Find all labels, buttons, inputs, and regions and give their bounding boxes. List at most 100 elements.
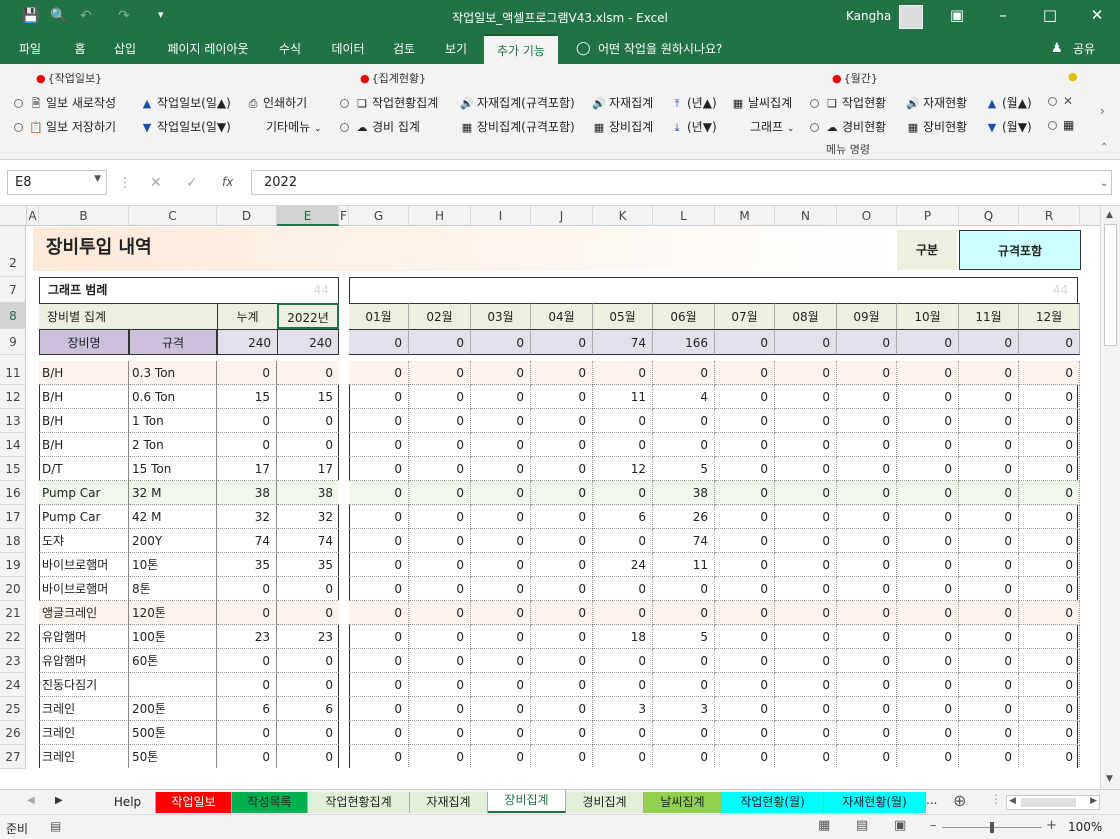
month-value[interactable]: 0 <box>531 745 593 768</box>
tab-insert[interactable]: 삽입 <box>106 34 144 64</box>
undo-icon[interactable]: ↶ <box>80 8 92 24</box>
month-value[interactable]: 0 <box>959 361 1019 385</box>
month-value[interactable]: 0 <box>471 409 531 433</box>
month-value[interactable]: 0 <box>715 553 775 577</box>
month-value[interactable]: 0 <box>471 601 531 625</box>
share-button[interactable]: 공유 <box>1068 34 1100 64</box>
horizontal-scrollbar[interactable]: ◀ ▶ <box>1006 795 1100 810</box>
month-value[interactable]: 0 <box>471 433 531 457</box>
month-value[interactable]: 0 <box>471 745 531 768</box>
month-value[interactable]: 0 <box>775 409 837 433</box>
month-value[interactable]: 0 <box>959 673 1019 697</box>
month-value[interactable]: 0 <box>775 433 837 457</box>
spec-header[interactable]: 규격 <box>129 329 217 355</box>
tell-me-search[interactable]: 어떤 작업을 원하시나요? <box>598 34 748 64</box>
month-value[interactable]: 0 <box>715 385 775 409</box>
month-value[interactable]: 0 <box>593 649 653 673</box>
month-value[interactable]: 5 <box>653 457 715 481</box>
scroll-up-icon[interactable]: ▲ <box>1106 210 1113 220</box>
month-value[interactable]: 0 <box>897 553 959 577</box>
month-value[interactable]: 0 <box>775 505 837 529</box>
month-value[interactable]: 0 <box>959 457 1019 481</box>
prev-sheet-icon[interactable]: ◀ <box>27 795 35 806</box>
month-value[interactable]: 12 <box>593 457 653 481</box>
month-value[interactable]: 0 <box>409 553 471 577</box>
month-value[interactable]: 11 <box>593 385 653 409</box>
equipment-name[interactable]: B/H <box>39 433 129 457</box>
equipment-monthly-button[interactable]: ▦ 장비현황 <box>906 118 967 135</box>
work-status-monthly-button[interactable]: ❏ 작업현황 <box>810 94 886 111</box>
equipment-year-total[interactable]: 0 <box>277 601 339 625</box>
column-header-n[interactable]: N <box>775 206 837 226</box>
expense-summary-button[interactable]: ☁ 경비 집계 <box>340 118 420 135</box>
month-total-3[interactable]: 0 <box>471 329 531 355</box>
month-value[interactable]: 3 <box>653 697 715 721</box>
month-value[interactable]: 0 <box>471 481 531 505</box>
equipment-cumulative[interactable]: 0 <box>217 577 277 601</box>
close-icon[interactable]: ✕ <box>1082 6 1112 24</box>
equipment-cumulative[interactable]: 0 <box>217 361 277 385</box>
month-value[interactable]: 0 <box>897 385 959 409</box>
month-total-4[interactable]: 0 <box>531 329 593 355</box>
equipment-year-total[interactable]: 74 <box>277 529 339 553</box>
month-value[interactable]: 0 <box>715 721 775 745</box>
month-value[interactable]: 0 <box>471 649 531 673</box>
zoom-out-icon[interactable]: – <box>930 818 937 833</box>
month-value[interactable]: 0 <box>349 577 409 601</box>
month-value[interactable]: 0 <box>715 409 775 433</box>
redo-icon[interactable]: ↷ <box>118 8 130 24</box>
sheet-title[interactable]: 장비투입 내역 <box>43 233 343 263</box>
month-value[interactable]: 0 <box>349 385 409 409</box>
weather-summary-button[interactable]: ▦ 날씨집계 <box>731 94 792 111</box>
row-header-7[interactable]: 7 <box>0 277 26 303</box>
row-header-2[interactable]: 2 <box>0 227 26 277</box>
month-value[interactable]: 0 <box>409 385 471 409</box>
column-header-q[interactable]: Q <box>959 206 1019 226</box>
gubun-value[interactable]: 규격포함 <box>959 230 1081 270</box>
row-header-11[interactable]: 11 <box>0 361 26 385</box>
month-value[interactable]: 0 <box>715 505 775 529</box>
user-name[interactable]: Kangha <box>846 9 891 23</box>
month-header-2[interactable]: 02월 <box>409 303 471 329</box>
cancel-icon[interactable]: ✕ <box>150 175 162 191</box>
column-header-g[interactable]: G <box>349 206 409 226</box>
month-value[interactable]: 0 <box>349 457 409 481</box>
other-menu-dropdown[interactable]: 기타메뉴 ⌄ <box>266 118 322 135</box>
equipment-name[interactable]: B/H <box>39 385 129 409</box>
column-header-a[interactable]: A <box>27 206 39 226</box>
row-header-16[interactable]: 16 <box>0 481 26 505</box>
month-hidden-value[interactable]: 44 <box>1038 277 1074 303</box>
tab-home[interactable]: 홈 <box>62 34 98 64</box>
month-value[interactable]: 0 <box>531 433 593 457</box>
vertical-scrollbar[interactable]: ▲ ▼ <box>1100 206 1120 789</box>
row-header-17[interactable]: 17 <box>0 505 26 529</box>
sheet-tab[interactable]: 자재현황(월) <box>824 792 926 813</box>
row-header-13[interactable]: 13 <box>0 409 26 433</box>
worksheet-grid[interactable]: 장비투입 내역 구분 규격포함 그래프 범례 44 44 장비별 집계 누계 2022년 01월 0… <box>27 227 1100 768</box>
month-value[interactable]: 0 <box>715 577 775 601</box>
month-value[interactable]: 0 <box>653 601 715 625</box>
equipment-spec[interactable] <box>129 673 217 697</box>
month-value[interactable]: 0 <box>471 385 531 409</box>
month-value[interactable]: 5 <box>653 625 715 649</box>
month-value[interactable]: 0 <box>897 457 959 481</box>
daily-up-button[interactable]: ▲ 작업일보(일▲) <box>140 94 231 111</box>
month-value[interactable]: 4 <box>653 385 715 409</box>
equipment-year-total[interactable]: 0 <box>277 361 339 385</box>
month-value[interactable]: 0 <box>775 577 837 601</box>
month-value[interactable]: 0 <box>593 601 653 625</box>
month-header-11[interactable]: 11월 <box>959 303 1019 329</box>
equipment-name[interactable]: 크레인 <box>39 721 129 745</box>
minimize-icon[interactable]: – <box>988 6 1018 24</box>
month-value[interactable]: 0 <box>959 625 1019 649</box>
row-header-15[interactable]: 15 <box>0 457 26 481</box>
month-total-7[interactable]: 0 <box>715 329 775 355</box>
month-value[interactable]: 0 <box>349 433 409 457</box>
month-value[interactable]: 0 <box>775 625 837 649</box>
month-value[interactable]: 0 <box>715 697 775 721</box>
month-value[interactable]: 0 <box>653 577 715 601</box>
equipment-year-total[interactable]: 0 <box>277 745 339 768</box>
normal-view-icon[interactable]: ▦ <box>818 818 830 833</box>
month-value[interactable]: 0 <box>1019 625 1080 649</box>
sheet-tab[interactable]: Help <box>100 792 156 813</box>
